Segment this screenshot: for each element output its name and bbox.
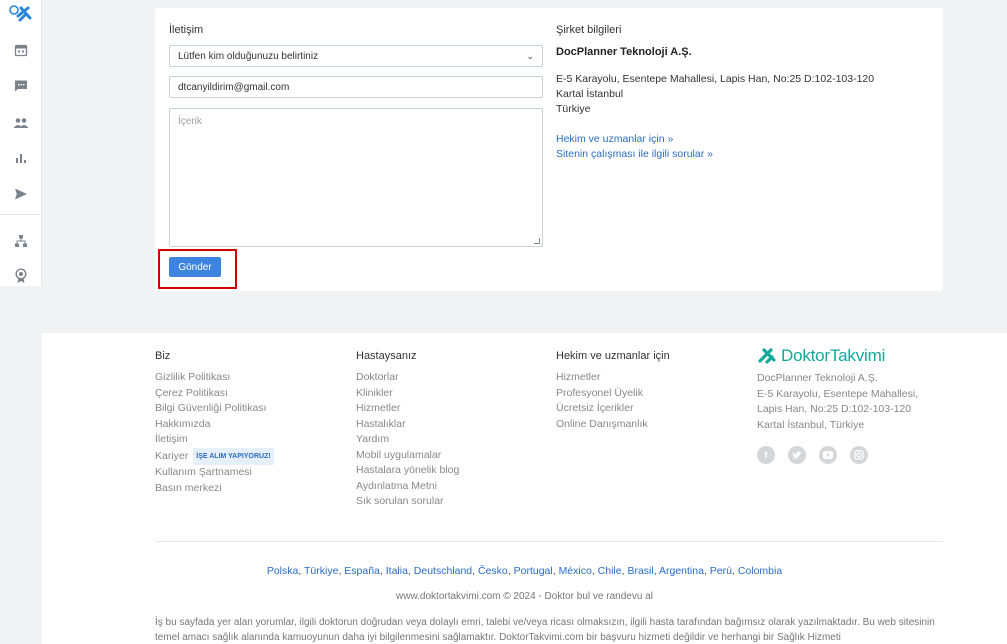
sidebar [0, 0, 42, 286]
social-links: f [757, 446, 918, 464]
country-link[interactable]: Italia [386, 565, 408, 577]
country-link[interactable]: México [559, 565, 592, 577]
footer-address-line: DocPlanner Teknoloji A.Ş. [757, 372, 878, 384]
award-icon[interactable] [0, 266, 42, 286]
footer-link[interactable]: Çerez Politikası [155, 386, 274, 402]
footer-link[interactable]: Hizmetler [356, 401, 459, 417]
country-link[interactable]: Chile [598, 565, 622, 577]
footer: Biz Gizlilik Politikası Çerez Politikası… [42, 333, 1007, 644]
footer-link[interactable]: Yardım [356, 432, 459, 448]
footer-divider [155, 541, 943, 542]
footer-link[interactable]: Gizlilik Politikası [155, 370, 274, 386]
email-field[interactable]: dtcanyildirim@gmail.com [169, 76, 543, 98]
brand-logo[interactable]: DoktorTakvimi [757, 346, 918, 366]
email-field-value: dtcanyildirim@gmail.com [178, 81, 290, 93]
country-link[interactable]: España [344, 565, 380, 577]
country-link[interactable]: Argentina [659, 565, 704, 577]
company-address: E-5 Karayolu, Esentepe Mahallesi, Lapis … [556, 72, 936, 117]
brand-mark-icon [758, 348, 776, 364]
role-select[interactable]: Lütfen kim olduğunuzu belirtiniz ⌄ [169, 45, 543, 67]
company-info: Şirket bilgileri DocPlanner Teknoloji A.… [556, 24, 936, 162]
footer-address-line: Lapis Han, No:25 D:102-103-120 [757, 403, 912, 415]
contact-form: İletişim Lütfen kim olduğunuzu belirtini… [169, 24, 543, 247]
footer-link[interactable]: Hizmetler [556, 370, 670, 386]
footer-col-doctor: Hekim ve uzmanlar için Hizmetler Profesy… [556, 350, 670, 432]
footer-link[interactable]: Online Danışmanlık [556, 417, 670, 433]
youtube-icon[interactable] [819, 446, 837, 464]
footer-link[interactable]: Kullanım Şartnamesi [155, 465, 274, 481]
chevron-down-icon: ⌄ [526, 50, 534, 61]
footer-address-line: Kartal İstanbul, Türkiye [757, 418, 865, 431]
footer-link[interactable]: Hakkımızda [155, 417, 274, 433]
footer-link[interactable]: Doktorlar [356, 370, 459, 386]
send-icon[interactable] [0, 184, 42, 204]
submit-button[interactable]: Gönder [169, 257, 221, 277]
footer-link-career[interactable]: Kariyer İŞE ALIM YAPIYORUZ! [155, 447, 274, 465]
footer-col-biz: Biz Gizlilik Politikası Çerez Politikası… [155, 350, 274, 496]
footer-link[interactable]: Hastalıklar [356, 417, 459, 433]
doctors-link[interactable]: Hekim ve uzmanlar için » [556, 132, 936, 147]
country-link[interactable]: Perú [710, 565, 732, 577]
country-link[interactable]: Česko [478, 565, 508, 577]
chat-icon[interactable] [0, 76, 42, 96]
country-link[interactable]: Polska [267, 565, 299, 577]
message-placeholder: İçerik [178, 116, 202, 127]
company-address-line: Kartal İstanbul [556, 88, 624, 100]
hiring-badge: İŞE ALIM YAPIYORUZ! [193, 447, 274, 465]
footer-link[interactable]: Basın merkezi [155, 481, 274, 497]
footer-link[interactable]: Hastalara yönelik blog [356, 463, 459, 479]
country-link[interactable]: Portugal [514, 565, 553, 577]
country-link[interactable]: Türkiye [304, 565, 338, 577]
country-link[interactable]: Brasil [627, 565, 653, 577]
company-name: DocPlanner Teknoloji A.Ş. [556, 46, 692, 58]
message-textarea[interactable]: İçerik [169, 108, 543, 247]
company-links: Hekim ve uzmanlar için » Sitenin çalışma… [556, 132, 936, 162]
twitter-icon[interactable] [788, 446, 806, 464]
site-questions-link[interactable]: Sitenin çalışması ile ilgili sorular » [556, 147, 936, 162]
disclaimer: İş bu sayfada yer alan yorumlar, ilgili … [155, 617, 935, 643]
footer-col-patient: Hastaysanız Doktorlar Klinikler Hizmetle… [356, 350, 459, 510]
bar-chart-icon[interactable] [0, 148, 42, 168]
footer-link[interactable]: Klinikler [356, 386, 459, 402]
company-info-title: Şirket bilgileri [556, 24, 622, 36]
doktortakvimi-logo-icon[interactable] [0, 4, 42, 24]
company-address-line: E-5 Karayolu, Esentepe Mahallesi, Lapis … [556, 73, 875, 85]
footer-link[interactable]: İletişim [155, 432, 274, 448]
country-links: Polska, Türkiye, España, Italia, Deutsch… [42, 565, 1007, 577]
contact-title: İletişim [169, 24, 204, 36]
footer-link[interactable]: Aydınlatma Metni [356, 479, 459, 495]
footer-heading: Hastaysanız [356, 350, 417, 362]
footer-brand: DoktorTakvimi DocPlanner Teknoloji A.Ş. … [757, 346, 918, 464]
footer-link[interactable]: Mobil uygulamalar [356, 448, 459, 464]
country-link[interactable]: Colombia [738, 565, 782, 577]
company-address-line: Türkiye [556, 103, 591, 115]
facebook-icon[interactable]: f [757, 446, 775, 464]
footer-heading: Biz [155, 350, 171, 362]
footer-link[interactable]: Ücretsiz İçerikler [556, 401, 670, 417]
copyright: www.doktortakvimi.com © 2024 - Doktor bu… [396, 591, 653, 602]
sitemap-icon[interactable] [0, 231, 42, 251]
instagram-icon[interactable] [850, 446, 868, 464]
country-link[interactable]: Deutschland [414, 565, 472, 577]
footer-heading: Hekim ve uzmanlar için [556, 350, 670, 362]
footer-link-label: Kariyer [155, 449, 189, 462]
users-icon[interactable] [0, 113, 42, 133]
footer-address: DocPlanner Teknoloji A.Ş. E-5 Karayolu, … [757, 371, 918, 433]
brand-name: DoktorTakvimi [781, 346, 886, 365]
footer-address-line: E-5 Karayolu, Esentepe Mahallesi, [757, 387, 919, 400]
footer-link[interactable]: Bilgi Güvenliği Politikası [155, 401, 274, 417]
contact-card: İletişim Lütfen kim olduğunuzu belirtini… [155, 8, 943, 291]
sidebar-divider [0, 214, 42, 215]
resize-handle-icon[interactable] [534, 238, 540, 244]
calendar-icon[interactable] [0, 40, 42, 60]
role-select-value: Lütfen kim olduğunuzu belirtiniz [178, 50, 319, 62]
footer-link[interactable]: Sık sorulan sorular [356, 494, 459, 510]
footer-link[interactable]: Profesyonel Üyelik [556, 386, 670, 402]
